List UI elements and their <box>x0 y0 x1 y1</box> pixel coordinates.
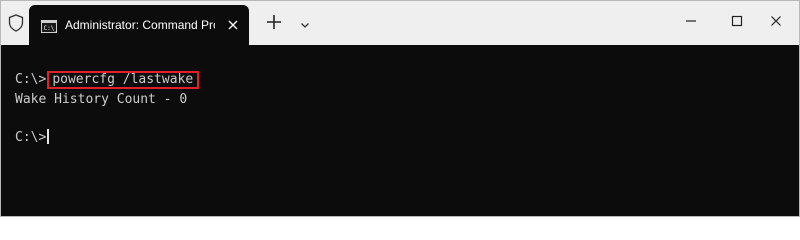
prompt: C:\> <box>15 72 47 87</box>
close-window-button[interactable] <box>753 1 799 41</box>
close-icon <box>771 16 781 26</box>
tab-command-prompt[interactable]: C:\_ Administrator: Command Prompt <box>29 5 249 45</box>
command-line: C:\> powercfg /lastwake <box>15 71 200 89</box>
tab-title: Administrator: Command Prompt <box>65 18 215 32</box>
prompt: C:\> <box>15 130 47 145</box>
chevron-down-icon[interactable] <box>299 16 311 28</box>
current-prompt-line[interactable]: C:\> <box>15 129 50 147</box>
minimize-button[interactable] <box>668 1 714 41</box>
output-line: Wake History Count - 0 <box>15 92 188 107</box>
command-text: powercfg /lastwake <box>52 72 194 87</box>
command-highlight: powercfg /lastwake <box>47 71 200 89</box>
close-tab-icon[interactable] <box>225 17 241 33</box>
svg-text:C:\_: C:\_ <box>44 25 58 32</box>
terminal-output[interactable]: C:\> powercfg /lastwake Wake History Coun… <box>1 45 799 216</box>
minimize-icon <box>686 20 696 22</box>
text-cursor <box>47 129 50 144</box>
title-bar: C:\_ Administrator: Command Prompt <box>1 1 799 45</box>
new-tab-icon[interactable] <box>265 13 283 31</box>
cmd-icon: C:\_ <box>41 18 58 33</box>
shield-icon <box>8 14 24 32</box>
maximize-icon <box>731 15 743 27</box>
terminal-window: C:\_ Administrator: Command Prompt <box>0 0 800 217</box>
